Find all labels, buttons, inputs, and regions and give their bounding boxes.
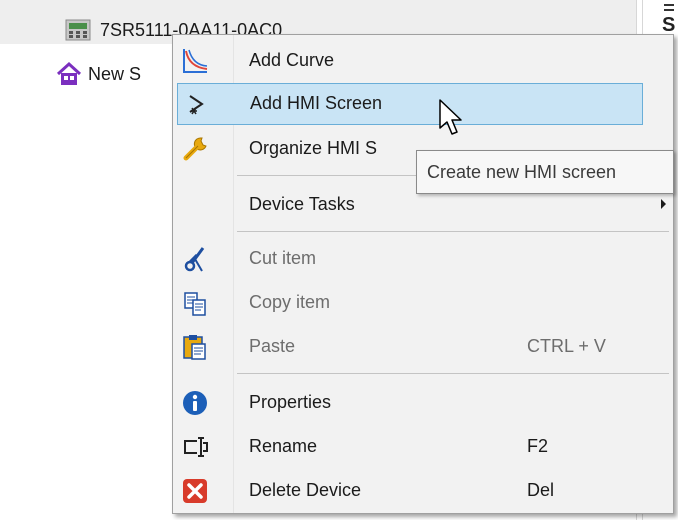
menu-separator [237, 373, 669, 374]
info-icon [181, 389, 209, 417]
menu-item-rename[interactable]: Rename F2 [173, 425, 673, 469]
menu-item-cut[interactable]: Cut item [173, 237, 673, 281]
menu-item-label: Copy item [249, 292, 331, 312]
delete-icon [181, 477, 209, 505]
device-icon [64, 18, 92, 42]
menu-item-properties[interactable]: Properties [173, 381, 673, 425]
menu-item-shortcut: Del [527, 480, 555, 500]
menu-item-label: Rename [249, 436, 318, 456]
paste-icon [181, 333, 209, 361]
right-pane-mark [664, 4, 674, 6]
copy-icon [181, 289, 209, 317]
menu-item-delete-device[interactable]: Delete Device Del [173, 469, 673, 513]
context-menu: Add Curve Add HMI Screen Organize HMI S … [172, 34, 674, 514]
menu-item-label: Cut item [249, 248, 317, 268]
menu-item-label: Add Curve [249, 50, 335, 70]
wrench-icon [181, 135, 209, 163]
menu-item-shortcut: CTRL + V [527, 336, 606, 356]
home-icon [56, 61, 82, 87]
menu-item-label: Properties [249, 392, 332, 412]
curve-chart-icon [181, 47, 209, 75]
menu-item-label: Delete Device [249, 480, 362, 500]
menu-item-copy[interactable]: Copy item [173, 281, 673, 325]
menu-item-paste[interactable]: Paste CTRL + V [173, 325, 673, 369]
mouse-cursor-icon [438, 98, 468, 142]
hmi-screen-icon [182, 90, 210, 118]
menu-separator [237, 231, 669, 232]
menu-item-add-hmi-screen[interactable]: Add HMI Screen [177, 83, 643, 125]
right-pane-mark-2 [664, 9, 674, 11]
menu-item-label: Paste [249, 336, 296, 356]
tree-item-new[interactable]: New S [56, 58, 141, 90]
menu-item-add-curve[interactable]: Add Curve [173, 39, 673, 83]
tree-item-new-label: New S [88, 63, 142, 84]
menu-item-label: Add HMI Screen [250, 93, 383, 113]
submenu-arrow-icon [661, 199, 666, 209]
rename-icon [181, 433, 209, 461]
tooltip-text: Create new HMI screen [427, 161, 617, 182]
menu-item-label: Organize HMI S [249, 138, 378, 158]
menu-item-label: Device Tasks [249, 194, 355, 214]
scissors-icon [181, 245, 209, 273]
tooltip: Create new HMI screen [416, 150, 674, 194]
menu-item-shortcut: F2 [527, 436, 549, 456]
